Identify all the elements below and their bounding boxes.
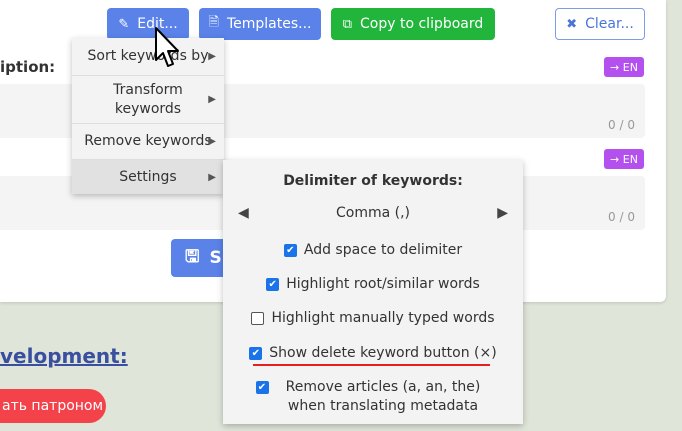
pencil-icon: ✎	[118, 16, 130, 32]
checkbox-checked[interactable]: ✔	[255, 381, 269, 394]
delimiter-title: Delimiter of keywords:	[283, 173, 463, 189]
option-remove-articles[interactable]: ✔ Remove articles (a, an, the) when tran…	[223, 378, 523, 416]
patron-button[interactable]: ать патроном	[0, 389, 106, 423]
menu-item-remove-keywords[interactable]: Remove keywords ▶	[72, 124, 224, 160]
copy-to-clipboard-button[interactable]: ⧉ Copy to clipboard	[331, 8, 495, 40]
close-icon: ✖	[566, 16, 578, 32]
checkbox-unchecked[interactable]	[251, 311, 265, 325]
next-delimiter-icon[interactable]: ▶	[497, 205, 508, 221]
caret-right-icon: ▶	[208, 51, 216, 62]
option-add-space[interactable]: ✔ Add space to delimiter	[223, 240, 523, 260]
delimiter-value: Comma (,)	[335, 205, 411, 221]
edit-dropdown-menu: Sort keywords by ▶ Transform keywords ▶ …	[72, 38, 224, 194]
option-show-delete-button[interactable]: ✔ Show delete keyword button (×)	[223, 343, 523, 363]
document-icon: 🗎	[208, 15, 219, 30]
development-link[interactable]: velopment:	[0, 344, 128, 368]
menu-item-settings[interactable]: Settings ▶	[72, 160, 224, 194]
option-highlight-root[interactable]: ✔ Highlight root/similar words	[223, 274, 523, 294]
mouse-cursor-icon	[155, 27, 179, 67]
option-highlight-manual[interactable]: Highlight manually typed words	[223, 308, 523, 328]
translate-en-button[interactable]: → EN	[604, 149, 644, 169]
delimiter-selector: ◀ Comma (,) ▶	[223, 203, 523, 225]
char-counter: 0 / 0	[608, 118, 635, 132]
menu-item-transform-keywords[interactable]: Transform keywords ▶	[72, 76, 224, 124]
clear-button[interactable]: ✖ Clear...	[555, 8, 645, 40]
caret-right-icon: ▶	[208, 171, 216, 183]
description-label: iption:	[0, 58, 56, 76]
translate-en-button[interactable]: → EN	[604, 57, 644, 77]
checkbox-checked[interactable]: ✔	[283, 243, 297, 257]
menu-item-sort-keywords[interactable]: Sort keywords by ▶	[72, 38, 224, 76]
templates-button[interactable]: 🗎 Templates...	[199, 8, 321, 40]
copy-icon: ⧉	[342, 16, 353, 32]
checkbox-checked[interactable]: ✔	[249, 346, 263, 360]
caret-right-icon: ▶	[208, 136, 216, 147]
floppy-disk-icon: 🖫	[185, 246, 200, 267]
char-counter: 0 / 0	[608, 210, 635, 224]
caret-right-icon: ▶	[208, 94, 216, 105]
annotation-underline	[253, 364, 490, 366]
settings-submenu: Delimiter of keywords: ◀ Comma (,) ▶ ✔ A…	[223, 160, 523, 424]
save-button[interactable]: 🖫 S	[171, 239, 231, 277]
checkbox-checked[interactable]: ✔	[266, 277, 280, 291]
